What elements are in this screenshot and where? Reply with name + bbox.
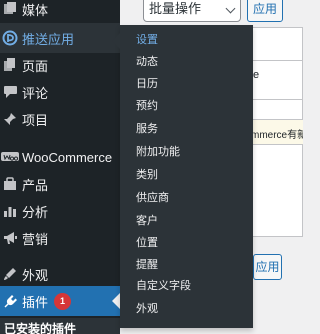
submenu-item-reminders[interactable]: 提醒 [136, 254, 158, 276]
media-icon [0, 0, 20, 19]
menu-label: 插件 [22, 294, 49, 310]
apply-button-bottom[interactable]: 应用 [253, 254, 282, 280]
menu-item-pages[interactable]: 页面 [0, 50, 120, 80]
menu-item-marketing[interactable]: 营销 [0, 223, 120, 253]
menu-label: WooCommerce [22, 149, 113, 165]
submenu-pointer [112, 33, 120, 49]
menu-item-plugins[interactable]: 插件 1 [0, 286, 120, 316]
submenu-item-customers[interactable]: 客户 [136, 210, 158, 232]
submenu-item-calendar[interactable]: 日历 [136, 73, 158, 95]
menu-item-comments[interactable]: 评论 [0, 77, 120, 107]
submenu-item-providers[interactable]: 供应商 [136, 187, 169, 209]
submenu-item-settings[interactable]: 设置 [136, 29, 158, 51]
menu-label: 媒体 [22, 2, 49, 18]
submenu-item-custom-fields[interactable]: 自定义字段 [136, 275, 191, 297]
menu-item-woocommerce[interactable]: WooCommerce [0, 142, 120, 172]
products-icon [0, 174, 20, 194]
analytics-icon [0, 201, 20, 221]
menu-item-media[interactable]: 媒体 [0, 0, 120, 24]
update-count-badge: 1 [54, 292, 72, 310]
chevron-down-icon [225, 3, 236, 14]
megaphone-icon [0, 228, 20, 248]
submenu-item-appointments[interactable]: 预约 [136, 95, 158, 117]
bulk-action-select[interactable]: 批量操作 [143, 0, 241, 22]
current-indicator [112, 293, 120, 309]
update-notice: mmerce有新版 [253, 119, 303, 145]
comments-icon [0, 82, 20, 102]
submenu-item-extras[interactable]: 附加功能 [136, 141, 180, 163]
menu-label: 页面 [22, 58, 49, 74]
menu-label: 分析 [22, 204, 49, 220]
update-notice-text: mmerce有新版 [253, 130, 303, 141]
row-text: e [253, 69, 260, 81]
submenu-item-services[interactable]: 服务 [136, 118, 158, 140]
pages-icon [0, 55, 20, 75]
bulk-action-value: 批量操作 [149, 1, 202, 16]
submenu-item-appearance[interactable]: 外观 [136, 298, 158, 320]
menu-item-appearance[interactable]: 外观 [0, 259, 120, 289]
table-row: e [253, 60, 303, 100]
submenu-installed-plugins[interactable]: 已安装的插件 [0, 318, 120, 334]
menu-label: 项目 [22, 112, 49, 128]
push-app-submenu: 设置 动态 日历 预约 服务 附加功能 类别 供应商 客户 位置 提醒 自定义字… [112, 25, 253, 328]
menu-label: 外观 [22, 267, 49, 283]
submenu-item-activity[interactable]: 动态 [136, 51, 158, 73]
menu-label: 评论 [22, 85, 49, 101]
appearance-icon [0, 264, 20, 284]
push-app-icon [0, 28, 20, 48]
admin-sidebar: 媒体 推送应用 页面 评论 项目 WooCommerce 产品 分析 营销 外观… [0, 0, 120, 334]
pin-icon [0, 109, 20, 129]
plugin-icon [0, 291, 20, 311]
woocommerce-icon [0, 147, 20, 167]
menu-label: 营销 [22, 231, 49, 247]
menu-label: 推送应用 [22, 31, 75, 47]
menu-item-products[interactable]: 产品 [0, 169, 120, 199]
menu-item-analytics[interactable]: 分析 [0, 196, 120, 226]
menu-item-push-app[interactable]: 推送应用 [0, 23, 120, 53]
menu-label: 产品 [22, 177, 49, 193]
submenu-item-categories[interactable]: 类别 [136, 164, 158, 186]
menu-item-projects[interactable]: 项目 [0, 104, 120, 134]
submenu-item-locations[interactable]: 位置 [136, 232, 158, 254]
apply-button[interactable]: 应用 [247, 0, 283, 22]
